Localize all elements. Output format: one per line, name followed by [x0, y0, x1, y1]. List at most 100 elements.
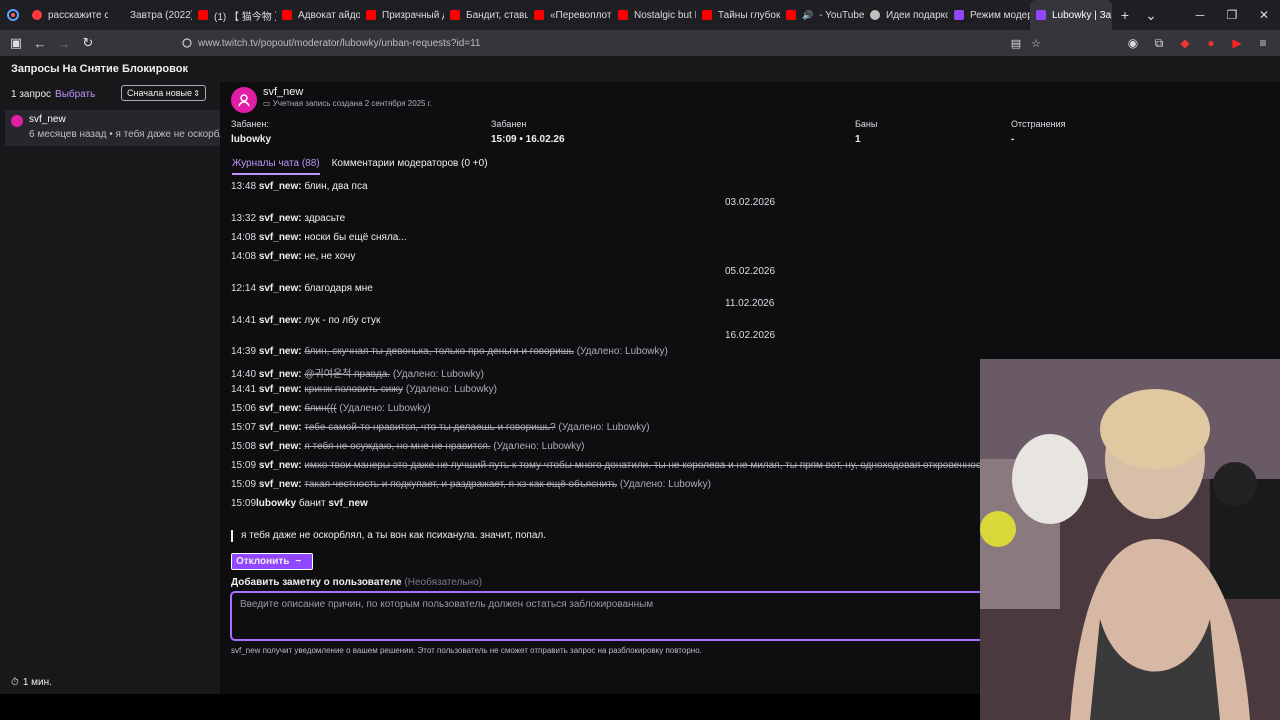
log-user[interactable]: svf_new: — [259, 315, 302, 326]
stat-value: - — [1011, 134, 1015, 145]
log-user[interactable]: svf_new: — [259, 232, 302, 243]
browser-tab[interactable]: Тайны глубок — [696, 0, 780, 30]
address-bar[interactable]: www.twitch.tv/popout/moderator/lubowky/u… — [176, 33, 1056, 53]
tab-favicon-icon — [114, 10, 124, 20]
tab-label: Режим модера — [970, 9, 1030, 21]
tab-label: Nostalgic but N — [634, 9, 696, 21]
url-text: www.twitch.tv/popout/moderator/lubowky/u… — [198, 37, 481, 49]
account-icon[interactable]: ◉ — [1120, 30, 1146, 56]
stat-banned-by: Забанен: lubowky — [231, 119, 271, 145]
log-text-deleted: блин((( — [304, 403, 337, 414]
youtube-icon — [282, 10, 292, 20]
chat-log[interactable]: 13:48 svf_new: блин, два пса 03.02.2026 … — [220, 177, 991, 521]
extensions-icon[interactable]: ⧉ — [1146, 30, 1172, 56]
stat-label: Отстранения — [1011, 119, 1066, 129]
deny-button[interactable]: Отклонить − — [231, 553, 313, 570]
log-text: блин, два пса — [304, 181, 368, 192]
request-meta: 6 месяцев назад • я тебя даже не оскорбл — [29, 129, 220, 140]
note-textarea[interactable]: Введите описание причин, по которым поль… — [230, 591, 1010, 641]
youtube-icon — [534, 10, 544, 20]
log-target-user[interactable]: svf_new — [328, 498, 367, 509]
log-user[interactable]: svf_new: — [259, 213, 302, 224]
browser-tab[interactable]: Бандит, ставш — [444, 0, 528, 30]
list-item[interactable]: svf_new 6 месяцев назад • я тебя даже не… — [5, 110, 220, 146]
youtube-icon — [786, 10, 796, 20]
youtube-icon — [366, 10, 376, 20]
browser-tab[interactable]: Идеи подарко — [864, 0, 948, 30]
site-info-icon[interactable] — [176, 38, 198, 48]
browser-tab[interactable]: «Перевоплоти — [528, 0, 612, 30]
log-user[interactable]: svf_new: — [259, 346, 302, 357]
minus-icon: − — [295, 556, 302, 567]
browser-menu-icon[interactable] — [0, 0, 26, 30]
user-icon — [238, 94, 250, 107]
log-user[interactable]: svf_new: — [259, 460, 302, 471]
log-user[interactable]: svf_new: — [259, 369, 302, 380]
log-user[interactable]: svf_new: — [259, 422, 302, 433]
back-arrow-icon[interactable]: ← — [28, 30, 52, 56]
audio-playing-icon[interactable]: 🔊 — [802, 10, 813, 21]
browser-tab[interactable]: (1) 【 猫今物 】 — [192, 0, 276, 30]
sort-dropdown[interactable]: Сначала новые ⇕ — [121, 85, 206, 101]
sidebar-toggle-icon[interactable]: ▣ — [4, 30, 28, 56]
youtube-icon — [450, 10, 460, 20]
log-time: 15:09 — [231, 479, 257, 490]
chevron-down-icon[interactable]: ⌄ — [1138, 0, 1164, 30]
log-text: не, не хочу — [304, 251, 356, 262]
log-user[interactable]: svf_new: — [259, 479, 302, 490]
account-created: ▭ Учетная запись создана 2 сентября 2025… — [263, 99, 432, 108]
stat-banned-at: Забанен 15:09 • 16.02.26 — [491, 119, 565, 145]
stat-value: lubowky — [231, 134, 272, 145]
detail-tabs: Журналы чата (88) Комментарии модераторо… — [232, 158, 488, 175]
browser-tab[interactable]: Призрачный д — [360, 0, 444, 30]
extension-red-icon[interactable]: ● — [1198, 30, 1224, 56]
browser-tab[interactable]: Завтра (2022) — [108, 0, 192, 30]
restore-icon[interactable]: ❐ — [1216, 0, 1248, 30]
browser-tab[interactable]: расскажите са — [26, 0, 108, 30]
log-user[interactable]: svf_new: — [259, 181, 302, 192]
log-user[interactable]: svf_new: — [259, 384, 302, 395]
request-count: 1 запрос — [11, 88, 52, 100]
menu-icon[interactable]: ≡ — [1250, 30, 1276, 56]
log-user[interactable]: svf_new: — [259, 251, 302, 262]
reload-icon[interactable]: ↻ — [76, 30, 100, 56]
browser-toolbar: ▣ ← → ↻ www.twitch.tv/popout/moderator/l… — [0, 30, 1280, 56]
stat-value: 15:09 • 16.02.26 — [491, 134, 565, 145]
tab-label: - YouTube — [819, 9, 864, 21]
log-text-deleted: я тебя не осуждаю, но мне не нравится. — [304, 441, 491, 452]
log-line: 14:40 svf_new: @귀여운척 правда. (Удалено: L… — [231, 365, 484, 380]
log-user[interactable]: svf_new: — [259, 403, 302, 414]
log-user[interactable]: svf_new: — [259, 283, 302, 294]
log-line: 14:41 svf_new: лук - по лбу стук — [231, 315, 380, 326]
note-info: svf_new получит уведомление о вашем реше… — [231, 646, 702, 655]
new-tab-icon[interactable]: + — [1112, 0, 1138, 30]
close-window-icon[interactable]: ✕ — [1248, 0, 1280, 30]
browser-tab[interactable]: Nostalgic but N — [612, 0, 696, 30]
timer-label: 1 мин. — [22, 677, 52, 688]
log-text-deleted: кринж половить сижу — [304, 384, 404, 395]
bookmark-star-icon[interactable]: ☆ — [1026, 30, 1046, 56]
minimize-icon[interactable]: ─ — [1184, 0, 1216, 30]
timer: ⏱ 1 мин. — [11, 677, 52, 688]
tab-label: Призрачный д — [382, 9, 444, 21]
stat-label: Баны — [855, 119, 878, 129]
extension-badge-icon[interactable]: ◆ — [1172, 30, 1198, 56]
select-link[interactable]: Выбрать — [55, 89, 95, 100]
log-user[interactable]: lubowky — [256, 498, 296, 509]
log-user[interactable]: svf_new: — [259, 441, 302, 452]
note-placeholder: Введите описание причин, по которым поль… — [240, 599, 654, 610]
tab-chat-logs[interactable]: Журналы чата (88) — [232, 158, 320, 175]
deleted-by: (Удалено: Lubowky) — [405, 384, 497, 395]
youtube-extension-icon[interactable]: ▶ — [1224, 30, 1250, 56]
banned-username[interactable]: svf_new — [263, 86, 303, 98]
browser-tab[interactable]: Адвокат айдол — [276, 0, 360, 30]
deleted-by: (Удалено: Lubowky) — [619, 479, 711, 490]
tab-mod-comments[interactable]: Комментарии модераторов (0 +0) — [332, 158, 488, 175]
tab-label: (1) 【 猫今物 】 — [214, 11, 276, 23]
browser-tab-active[interactable]: Lubowky | Зa✕ — [1030, 0, 1112, 30]
browser-tab[interactable]: 🔊 - YouTube — [780, 0, 864, 30]
forward-arrow-icon[interactable]: → — [52, 30, 76, 56]
reader-mode-icon[interactable]: ▤ — [1006, 30, 1026, 56]
log-time: 14:41 — [231, 384, 257, 395]
browser-tab[interactable]: Режим модера — [948, 0, 1030, 30]
